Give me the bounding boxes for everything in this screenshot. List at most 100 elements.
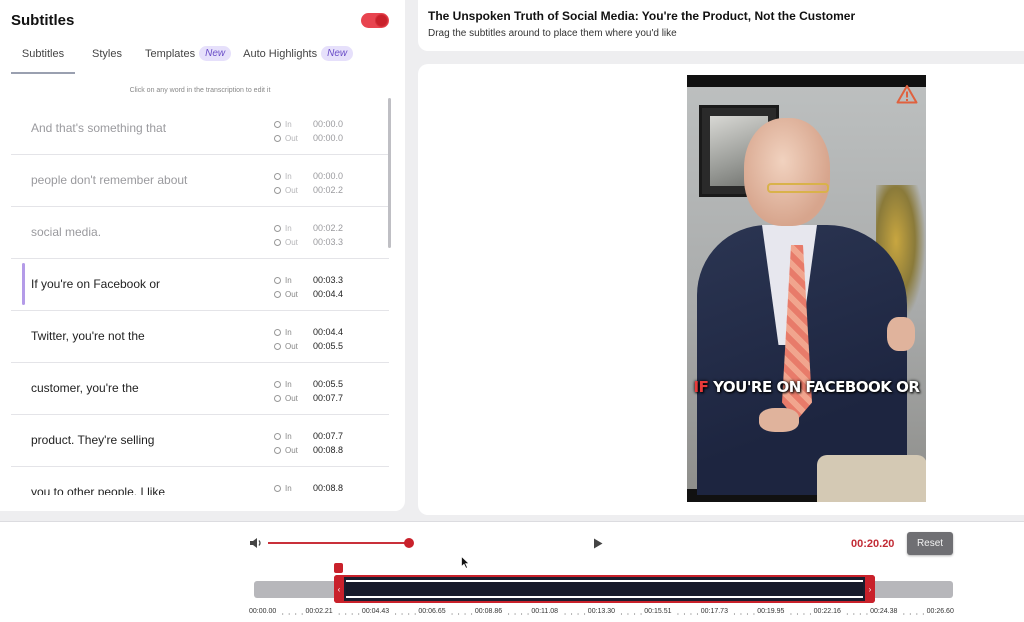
tab-styles[interactable]: Styles [92, 46, 122, 74]
caption-highlight-word: IF [693, 378, 709, 396]
tab-auto-highlights[interactable]: Auto Highlights New [243, 46, 354, 74]
chair [817, 455, 926, 502]
transcript-row[interactable]: customer, you're the In 00:05.5 Out 00:07.7 [11, 363, 389, 415]
speaker-glasses [767, 183, 829, 193]
volume-icon[interactable] [249, 537, 263, 549]
in-time: In 00:00.0 [274, 171, 354, 181]
timeline-selection[interactable] [334, 575, 875, 603]
clock-icon [274, 224, 281, 232]
clock-icon [274, 380, 281, 388]
timeline-dots: • • • • [338, 611, 362, 616]
tab-templates[interactable]: Templates New [144, 46, 232, 74]
trim-start-handle[interactable]: ‹ [334, 575, 344, 603]
timeline-dots: • • • • [451, 611, 475, 616]
video-subtitle-hint: Drag the subtitles around to place them … [428, 28, 677, 39]
timeline-tick-label: 00:11.08 [531, 608, 559, 615]
timeline-tick-label: 00:19.95 [757, 608, 785, 615]
speaker-hand [887, 317, 915, 351]
transcript-row[interactable]: social media. In 00:02.2 Out 00:03.3 [11, 207, 389, 259]
timeline-dots: • • • • [394, 611, 418, 616]
transcript-row[interactable]: Twitter, you're not the In 00:04.4 Out 00:05… [11, 311, 389, 363]
transcript-row[interactable]: And that's something that In 00:00.0 Out 00:… [11, 103, 389, 155]
timeline-bar: 00:20.20 Reset ‹ › 00:00.00 • • • • 00:02.… [0, 521, 1024, 622]
transcript-text[interactable]: If you're on Facebook or [31, 277, 160, 291]
clock-icon [274, 432, 281, 440]
edit-hint: Click on any word in the transcription t… [129, 87, 271, 94]
timeline-tick-label: 00:15.51 [644, 608, 672, 615]
clock-icon [274, 394, 281, 402]
subtitles-panel: Subtitles Subtitles Styles Templates New … [0, 0, 405, 511]
out-time: Out 00:04.4 [274, 289, 354, 299]
clock-icon [274, 342, 281, 350]
toggle-knob [375, 14, 388, 27]
subtitles-toggle[interactable] [361, 13, 389, 28]
timeline-tick-label: 00:26.60 [926, 608, 954, 615]
transcript-text[interactable]: social media. [31, 225, 101, 239]
timeline-dots: • • • • [846, 611, 870, 616]
tab-label: Templates [144, 48, 196, 60]
out-time: Out 00:08.8 [274, 445, 354, 455]
current-time: 00:20.20 [851, 538, 895, 550]
playhead[interactable] [334, 563, 343, 573]
out-time: Out 00:07.7 [274, 393, 354, 403]
tab-label: Styles [92, 48, 122, 60]
video-title: The Unspoken Truth of Social Media: You'… [428, 9, 856, 23]
timeline-dots: • • • • [282, 611, 305, 616]
transcript-scrollbar[interactable] [388, 98, 391, 248]
in-time: In 00:04.4 [274, 327, 354, 337]
video-header: The Unspoken Truth of Social Media: You'… [418, 0, 1024, 51]
clock-icon [274, 238, 281, 246]
volume-slider-knob[interactable] [404, 538, 414, 548]
timeline-dots: • • • • [507, 611, 531, 616]
timeline-dots: • • • • [564, 611, 588, 616]
transcript-text[interactable]: Twitter, you're not the [31, 329, 145, 343]
clock-icon [274, 134, 281, 142]
speaker-hand [759, 408, 799, 432]
transcript-row[interactable]: people don't remember about In 00:00.0 Out 0… [11, 155, 389, 207]
clock-icon [274, 172, 281, 180]
transcript-list: And that's something that In 00:00.0 Out 00:… [11, 103, 389, 495]
clock-icon [274, 120, 281, 128]
clock-icon [274, 290, 281, 298]
in-time: In 00:03.3 [274, 275, 354, 285]
reset-button[interactable]: Reset [907, 532, 953, 555]
timeline-dots: • • • • [733, 611, 757, 616]
timeline-ruler: 00:00.00 • • • • 00:02.21 • • • • 00:04.43 • … [249, 608, 954, 620]
transcript-row[interactable]: If you're on Facebook or In 00:03.3 Out 00:0… [11, 259, 389, 311]
trim-end-handle[interactable]: › [865, 575, 875, 603]
timeline-tick-label: 00:02.21 [305, 608, 333, 615]
clock-icon [274, 276, 281, 284]
caption-text: YOU'RE ON FACEBOOK OR [708, 378, 920, 396]
timeline-dots: • • • • [620, 611, 644, 616]
timeline-tick-label: 00:04.43 [361, 608, 390, 615]
timeline-dots: • • • • [790, 611, 814, 616]
warning-triangle-icon[interactable] [896, 84, 918, 104]
transcript-row[interactable]: you to other people. I like In 00:08.8 [11, 467, 389, 495]
transcript-text[interactable]: product. They're selling [31, 433, 154, 447]
in-time: In 00:07.7 [274, 431, 354, 441]
clock-icon [274, 186, 281, 194]
tab-label: Subtitles [21, 48, 65, 60]
transcript-text[interactable]: you to other people. I like [31, 485, 165, 495]
transcript-row[interactable]: product. They're selling In 00:07.7 Out 00:0… [11, 415, 389, 467]
transcript-text[interactable]: customer, you're the [31, 381, 139, 395]
transcript-text[interactable]: people don't remember about [31, 173, 187, 187]
video-preview[interactable]: IF YOU'RE ON FACEBOOK OR [687, 75, 926, 502]
speaker-head [744, 118, 830, 226]
clock-icon [274, 484, 281, 492]
in-time: In 00:02.2 [274, 223, 354, 233]
play-icon[interactable] [593, 538, 603, 549]
clock-icon [274, 446, 281, 454]
transcript-text[interactable]: And that's something that [31, 121, 166, 135]
timeline-tick-label: 00:00.00 [249, 608, 277, 615]
timeline-dots: • • • • [677, 611, 701, 616]
timeline-tick-label: 00:17.73 [700, 608, 728, 615]
video-caption[interactable]: IF YOU'RE ON FACEBOOK OR [687, 378, 926, 396]
new-badge: New [199, 46, 232, 61]
out-time: Out 00:03.3 [274, 237, 354, 247]
mouse-cursor-icon [461, 556, 470, 569]
volume-slider[interactable] [268, 542, 410, 544]
in-time: In 00:00.0 [274, 119, 354, 129]
tab-subtitles[interactable]: Subtitles [11, 46, 75, 74]
timeline-tick-label: 00:08.86 [474, 608, 503, 615]
